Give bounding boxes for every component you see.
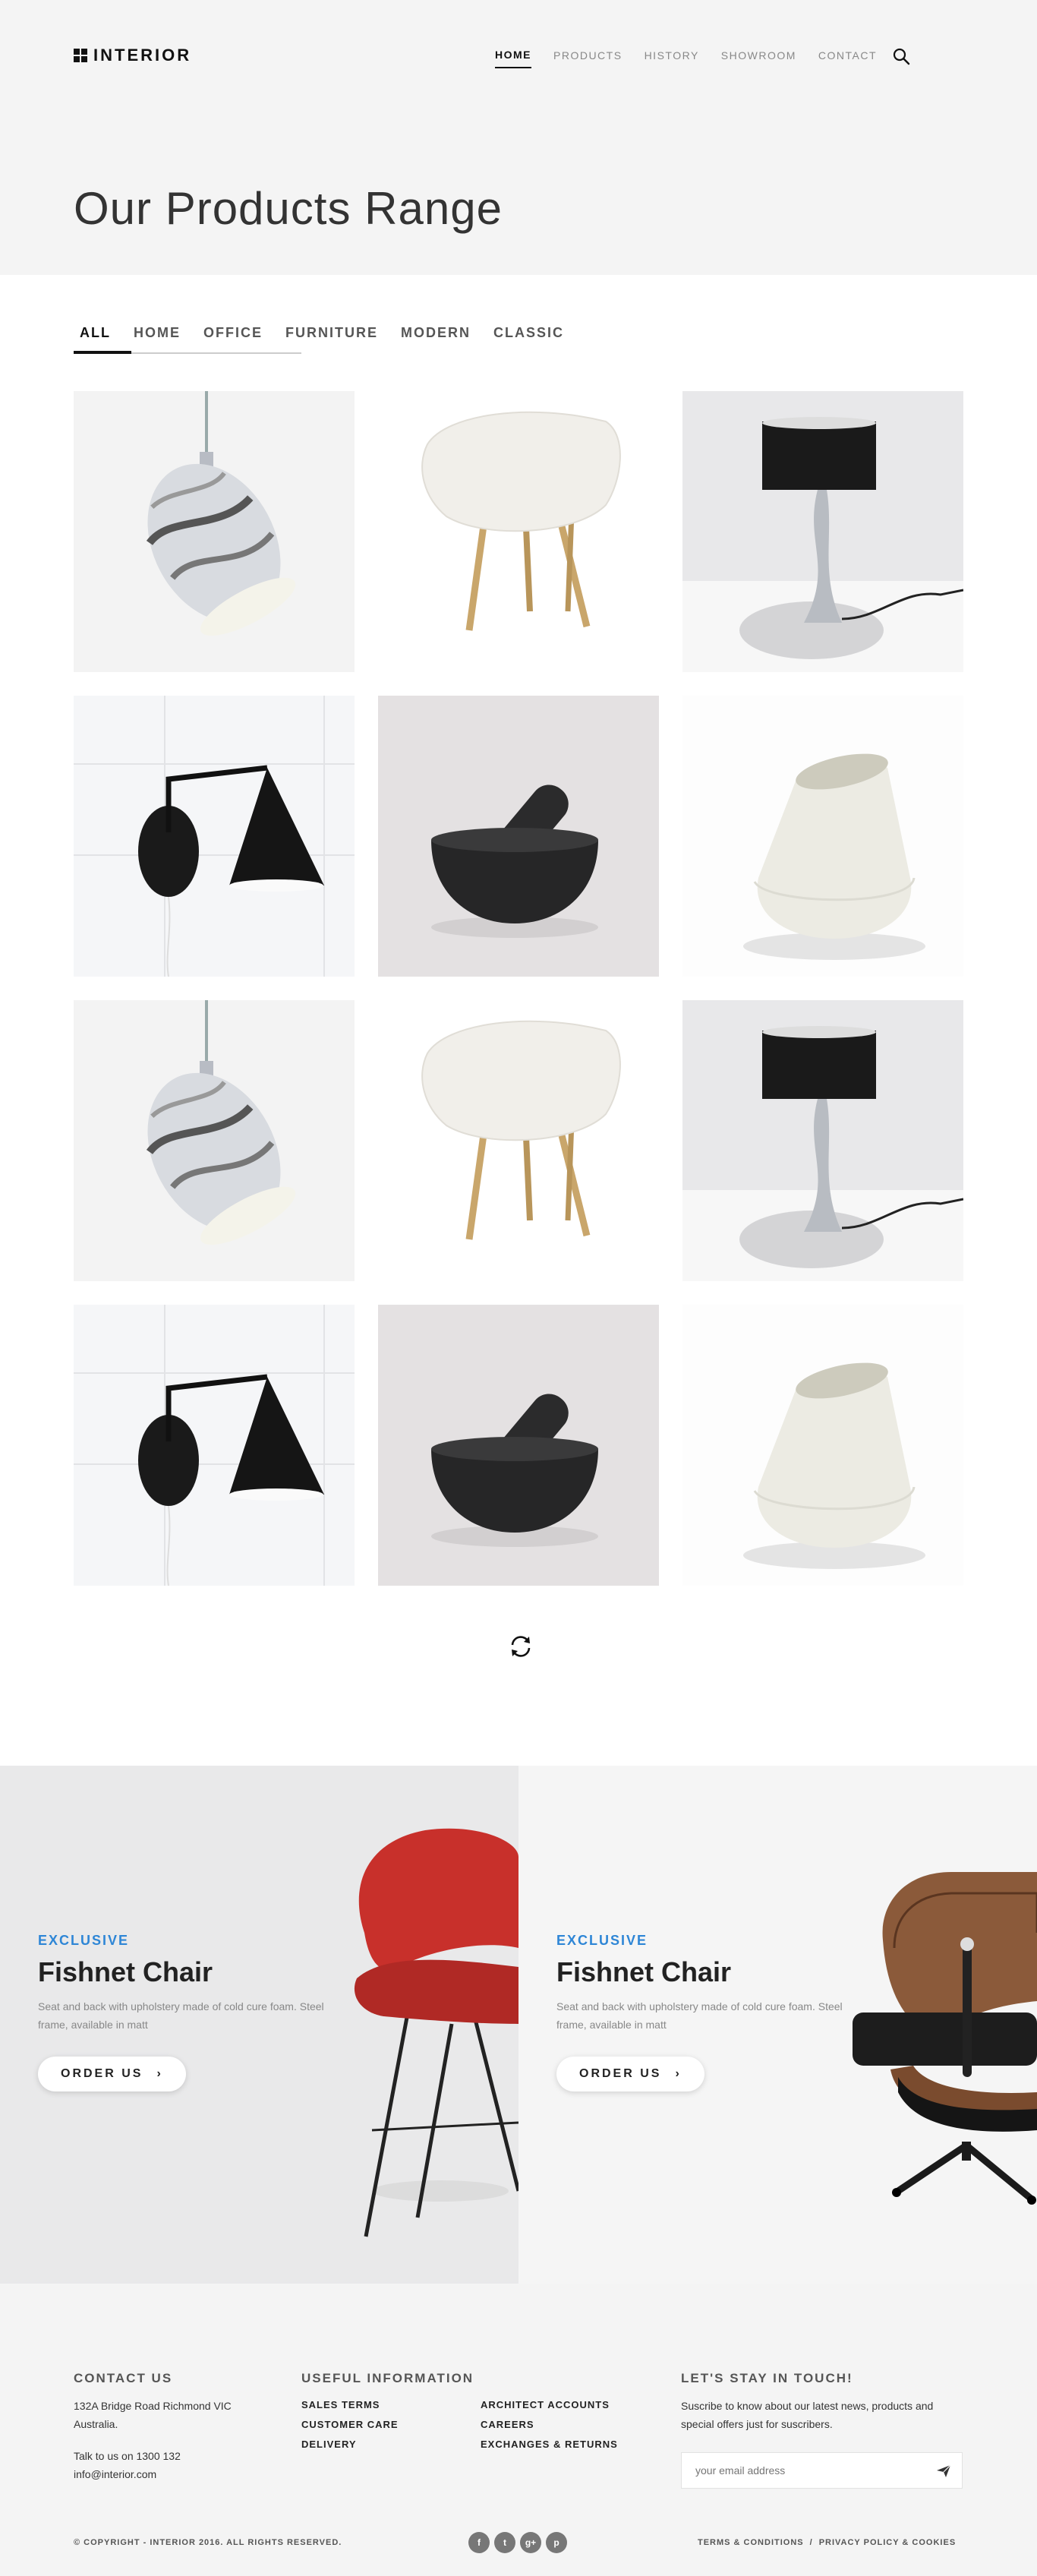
promo-text-right: EXCLUSIVE Fishnet Chair Seat and back wi… <box>556 1933 875 2091</box>
reload-icon[interactable] <box>507 1633 534 1660</box>
stone-mortar-pestle-image <box>378 1305 659 1586</box>
white-shell-chair-image <box>378 391 659 672</box>
product-tile[interactable] <box>682 1000 963 1281</box>
promo-title: Fishnet Chair <box>556 1956 732 1987</box>
order-us-label: ORDER US <box>61 2067 143 2080</box>
footer-newsletter: LET'S STAY IN TOUCH! Suscribe to know ab… <box>681 2371 963 2433</box>
logo-grid-icon <box>74 49 87 62</box>
product-grid <box>74 391 963 1586</box>
footer-link-delivery[interactable]: DELIVERY <box>301 2435 481 2454</box>
send-icon[interactable] <box>936 2464 951 2479</box>
page-title: Our Products Range <box>74 183 503 234</box>
promo-description: Seat and back with upholstery made of co… <box>556 2000 843 2031</box>
logo[interactable]: INTERIOR <box>74 46 191 65</box>
nav-home[interactable]: HOME <box>495 46 531 68</box>
promo-banner-right: EXCLUSIVE Fishnet Chair Seat and back wi… <box>518 1766 1037 2284</box>
product-tile[interactable] <box>74 1000 355 1281</box>
footer-contact: CONTACT US 132A Bridge Road Richmond VIC… <box>74 2371 271 2483</box>
filter-tab-all[interactable]: ALL <box>80 311 111 354</box>
newsletter-email-input[interactable] <box>695 2464 923 2477</box>
footer-phone: Talk to us on 1300 132 <box>74 2450 181 2462</box>
footer-address: 132A Bridge Road Richmond VIC Australia. <box>74 2400 232 2430</box>
white-ceramic-vase-image <box>682 696 963 977</box>
nav-contact[interactable]: CONTACT <box>818 46 877 68</box>
footer-link-exchanges-returns[interactable]: EXCHANGES & RETURNS <box>481 2435 618 2454</box>
product-tile[interactable] <box>74 696 355 977</box>
legal-links: TERMS & CONDITIONS / PRIVACY POLICY & CO… <box>698 2538 956 2547</box>
promo-text-left: EXCLUSIVE Fishnet Chair Seat and back wi… <box>38 1933 357 2091</box>
footer-email[interactable]: info@interior.com <box>74 2465 271 2483</box>
white-ceramic-vase-image <box>682 1305 963 1586</box>
logo-text: INTERIOR <box>93 46 192 65</box>
product-tile[interactable] <box>378 696 659 977</box>
promo-banner-left: EXCLUSIVE Fishnet Chair Seat and back wi… <box>0 1766 518 2284</box>
social-links: f t g+ p <box>468 2532 567 2553</box>
product-tile[interactable] <box>378 391 659 672</box>
footer-useful-info: USEFUL INFORMATION SALES TERMS CUSTOMER … <box>301 2371 651 2454</box>
footer-newsletter-heading: LET'S STAY IN TOUCH! <box>681 2371 853 2385</box>
footer-contact-heading: CONTACT US <box>74 2371 173 2385</box>
terms-link[interactable]: TERMS & CONDITIONS <box>698 2538 804 2547</box>
black-wall-lamp-image <box>74 696 355 977</box>
marble-pendant-lamp-image <box>74 391 355 672</box>
promo-description: Seat and back with upholstery made of co… <box>38 2000 324 2031</box>
legal-separator: / <box>809 2538 813 2547</box>
google-plus-icon[interactable]: g+ <box>520 2532 541 2553</box>
filter-tabs: ALL HOME OFFICE FURNITURE MODERN CLASSIC <box>74 311 563 354</box>
black-table-lamp-image <box>682 1000 963 1281</box>
filter-tab-furniture[interactable]: FURNITURE <box>285 311 378 354</box>
filter-tab-home[interactable]: HOME <box>134 311 181 354</box>
search-icon[interactable] <box>892 47 910 65</box>
promo-eyebrow: EXCLUSIVE <box>556 1933 648 1948</box>
copyright: © COPYRIGHT - INTERIOR 2016. ALL RIGHTS … <box>74 2538 342 2547</box>
black-wall-lamp-image <box>74 1305 355 1586</box>
footer-link-architect-accounts[interactable]: ARCHITECT ACCOUNTS <box>481 2395 618 2415</box>
footer-link-sales-terms[interactable]: SALES TERMS <box>301 2395 481 2415</box>
footer-newsletter-text: Suscribe to know about our latest news, … <box>681 2400 934 2430</box>
product-tile[interactable] <box>378 1000 659 1281</box>
promo-eyebrow: EXCLUSIVE <box>38 1933 130 1948</box>
footer-useful-heading: USEFUL INFORMATION <box>301 2371 474 2385</box>
filter-tab-modern[interactable]: MODERN <box>401 311 471 354</box>
order-us-button[interactable]: ORDER US › <box>556 2057 704 2091</box>
main-nav: HOME PRODUCTS HISTORY SHOWROOM CONTACT <box>495 46 877 68</box>
header: INTERIOR HOME PRODUCTS HISTORY SHOWROOM … <box>0 0 1037 275</box>
product-tile[interactable] <box>682 391 963 672</box>
white-shell-chair-image <box>378 1000 659 1281</box>
product-tile[interactable] <box>74 391 355 672</box>
nav-history[interactable]: HISTORY <box>645 46 699 68</box>
chevron-right-icon: › <box>156 2067 163 2080</box>
marble-pendant-lamp-image <box>74 1000 355 1281</box>
product-tile[interactable] <box>682 696 963 977</box>
chevron-right-icon: › <box>675 2067 682 2080</box>
newsletter-form <box>681 2452 963 2489</box>
active-filter-indicator <box>74 351 131 354</box>
nav-products[interactable]: PRODUCTS <box>553 46 623 68</box>
pinterest-icon[interactable]: p <box>546 2532 567 2553</box>
product-tile[interactable] <box>682 1305 963 1586</box>
filter-tab-office[interactable]: OFFICE <box>203 311 263 354</box>
footer-link-careers[interactable]: CAREERS <box>481 2415 618 2435</box>
nav-showroom[interactable]: SHOWROOM <box>721 46 796 68</box>
promo-title: Fishnet Chair <box>38 1956 213 1987</box>
lounge-chair-image <box>853 1872 1037 2205</box>
order-us-button[interactable]: ORDER US › <box>38 2057 186 2091</box>
facebook-icon[interactable]: f <box>468 2532 490 2553</box>
order-us-label: ORDER US <box>579 2067 662 2080</box>
product-tile[interactable] <box>74 1305 355 1586</box>
footer-link-customer-care[interactable]: CUSTOMER CARE <box>301 2415 481 2435</box>
twitter-icon[interactable]: t <box>494 2532 515 2553</box>
product-tile[interactable] <box>378 1305 659 1586</box>
stone-mortar-pestle-image <box>378 696 659 977</box>
filter-tab-classic[interactable]: CLASSIC <box>493 311 564 354</box>
black-table-lamp-image <box>682 391 963 672</box>
privacy-link[interactable]: PRIVACY POLICY & COOKIES <box>819 2538 956 2547</box>
